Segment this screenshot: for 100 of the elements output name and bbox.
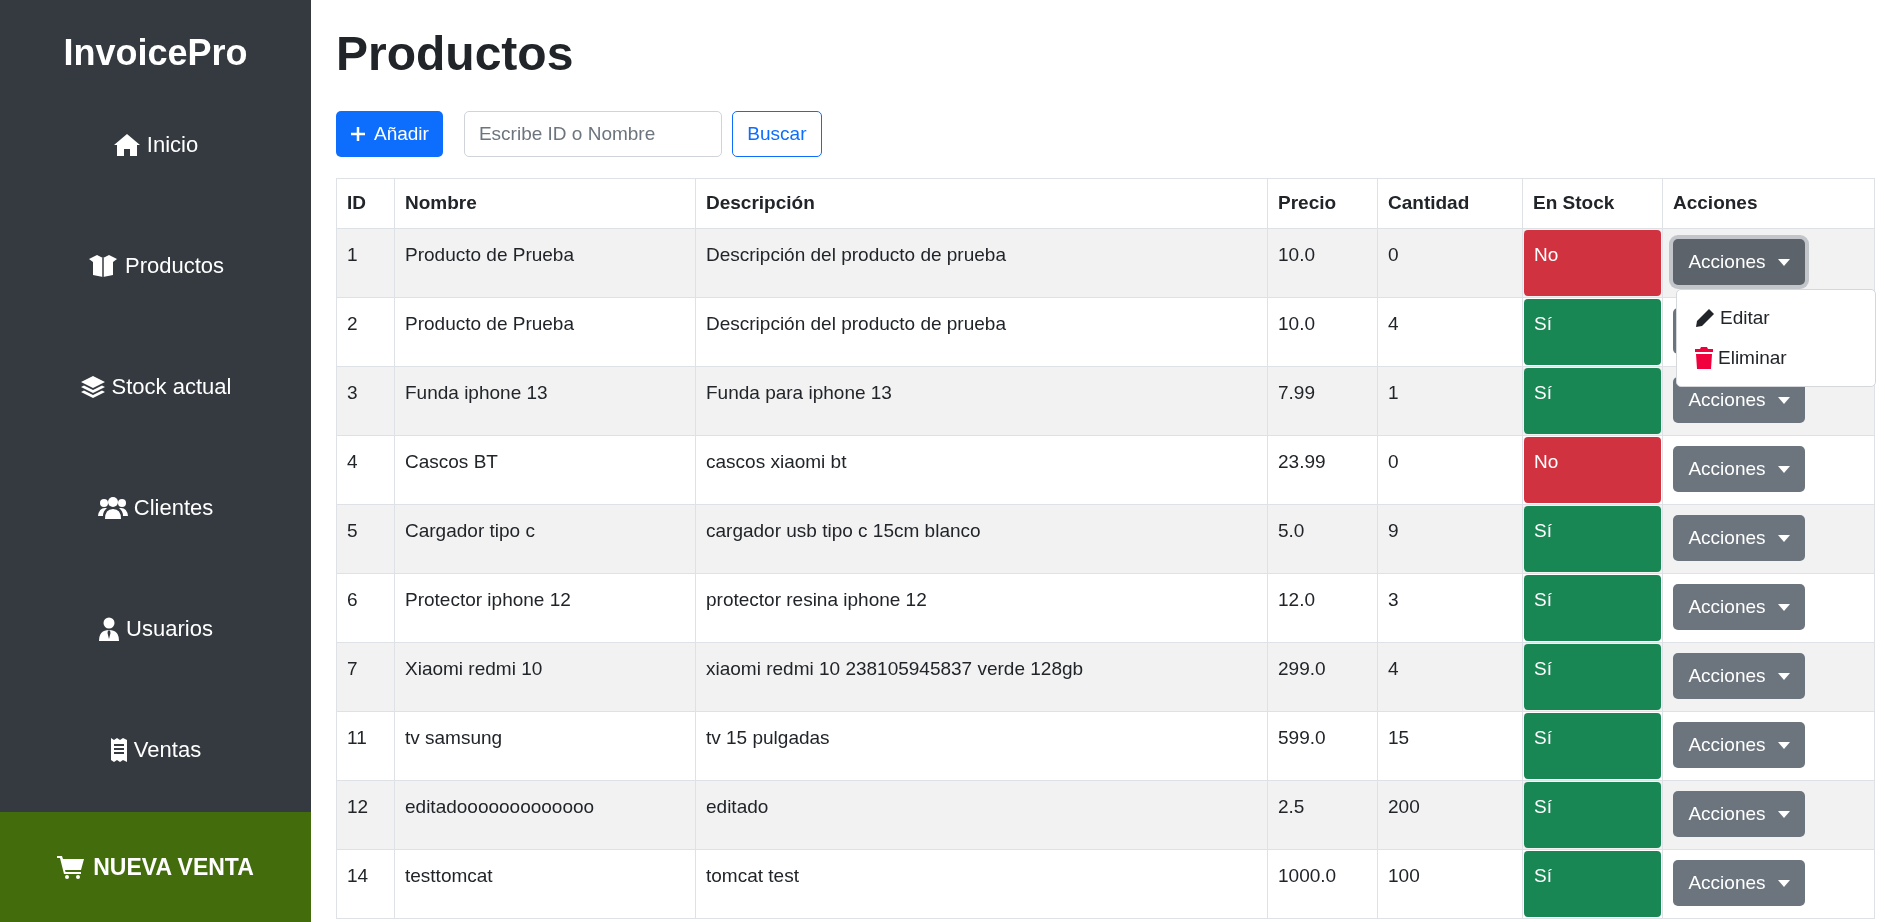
stock-status: Sí	[1524, 782, 1661, 848]
actions-dropdown-button[interactable]: Acciones	[1673, 722, 1805, 768]
table-cell: 1	[336, 228, 395, 298]
table-cell: 1000.0	[1267, 849, 1378, 919]
table-cell: 2.5	[1267, 780, 1378, 850]
caret-icon	[1777, 741, 1790, 749]
table-cell: Xiaomi redmi 10	[394, 642, 696, 712]
table-cell: 200	[1377, 780, 1523, 850]
table-cell: cascos xiaomi bt	[695, 435, 1268, 505]
table-cell: protector resina iphone 12	[695, 573, 1268, 643]
caret-icon	[1777, 534, 1790, 542]
table-cell: tv 15 pulgadas	[695, 711, 1268, 781]
menu-item[interactable]: Eliminar	[1677, 338, 1875, 378]
column-header: Precio	[1267, 178, 1378, 229]
table-cell: 6	[336, 573, 395, 643]
table-cell: 9	[1377, 504, 1523, 574]
user-icon	[98, 616, 121, 641]
table-cell: 0	[1377, 228, 1523, 298]
actions-dropdown-button[interactable]: Acciones	[1673, 446, 1805, 492]
table-cell: Producto de Prueba	[394, 228, 696, 298]
search-field[interactable]: Escribe ID o Nombre	[463, 111, 722, 157]
table-cell: 12	[336, 780, 395, 850]
stock-status: Sí	[1524, 851, 1661, 917]
nav-link[interactable]: Productos	[0, 205, 311, 326]
column-header: Cantidad	[1377, 178, 1523, 229]
cart-icon	[57, 855, 86, 879]
column-header: En Stock	[1522, 178, 1663, 229]
home-icon	[112, 132, 141, 157]
table-cell: 4	[336, 435, 395, 505]
table-cell: 599.0	[1267, 711, 1378, 781]
actions-dropdown-button[interactable]: Acciones	[1673, 584, 1805, 630]
table-cell: 100	[1377, 849, 1523, 919]
nav-link[interactable]: Usuarios	[0, 568, 311, 689]
table-cell: Cascos BT	[394, 435, 696, 505]
nav-link[interactable]: Ventas	[0, 689, 311, 810]
caret-icon	[1777, 258, 1790, 266]
caret-icon	[1777, 672, 1790, 680]
column-header: Nombre	[394, 178, 696, 229]
add-button[interactable]: Añadir	[336, 111, 443, 157]
table-cell: Producto de Prueba	[394, 297, 696, 367]
table-cell: 10.0	[1267, 228, 1378, 298]
nav-link[interactable]: Clientes	[0, 447, 311, 568]
actions-dropdown-button[interactable]: Acciones	[1673, 515, 1805, 561]
search-button[interactable]: Buscar	[731, 111, 822, 157]
table-cell: tomcat test	[695, 849, 1268, 919]
caret-icon	[1777, 879, 1790, 887]
actions-dropdown-button[interactable]: Acciones	[1673, 791, 1805, 837]
caret-icon	[1777, 810, 1790, 818]
table-cell: 10.0	[1267, 297, 1378, 367]
table-cell: 7	[336, 642, 395, 712]
page-title: Productos	[336, 26, 575, 82]
caret-icon	[1777, 603, 1790, 611]
table-cell: 5.0	[1267, 504, 1378, 574]
caret-icon	[1777, 465, 1790, 473]
table-cell: testtomcat	[394, 849, 696, 919]
table-cell: 299.0	[1267, 642, 1378, 712]
stock-status: Sí	[1524, 644, 1661, 710]
table-cell: Funda iphone 13	[394, 366, 696, 436]
users-icon	[97, 495, 128, 520]
stock-status: Sí	[1524, 506, 1661, 572]
column-header: Acciones	[1662, 178, 1875, 229]
trash-icon	[1695, 347, 1713, 369]
stock-status: Sí	[1524, 575, 1661, 641]
actions-dropdown-button[interactable]: Acciones	[1673, 653, 1805, 699]
table-cell: 4	[1377, 642, 1523, 712]
menu-item[interactable]: Editar	[1677, 298, 1875, 338]
table-cell: cargador usb tipo c 15cm blanco	[695, 504, 1268, 574]
caret-icon	[1777, 396, 1790, 404]
table-cell: 4	[1377, 297, 1523, 367]
layers-icon	[79, 374, 106, 399]
brand-title: InvoicePro	[63, 31, 248, 75]
table-cell: Funda para iphone 13	[695, 366, 1268, 436]
table-cell: Protector iphone 12	[394, 573, 696, 643]
table-cell: 1	[1377, 366, 1523, 436]
table-cell: 3	[336, 366, 395, 436]
table-cell: 0	[1377, 435, 1523, 505]
table-cell: 12.0	[1267, 573, 1378, 643]
table-cell: 5	[336, 504, 395, 574]
table-cell: editado	[695, 780, 1268, 850]
table-cell: Cargador tipo c	[394, 504, 696, 574]
nav-link[interactable]: Inicio	[0, 84, 311, 205]
table-cell: 11	[336, 711, 395, 781]
table-cell: 3	[1377, 573, 1523, 643]
table-cell: xiaomi redmi 10 238105945837 verde 128gb	[695, 642, 1268, 712]
stock-status: No	[1524, 437, 1661, 503]
table-cell: 7.99	[1267, 366, 1378, 436]
stock-status: Sí	[1524, 368, 1661, 434]
stock-status: Sí	[1524, 299, 1661, 365]
stock-status: Sí	[1524, 713, 1661, 779]
table-cell: 15	[1377, 711, 1523, 781]
table-cell: 23.99	[1267, 435, 1378, 505]
actions-dropdown-button[interactable]: Acciones	[1673, 860, 1805, 906]
column-header: ID	[336, 178, 395, 229]
table-cell: Descripción del producto de prueba	[695, 228, 1268, 298]
new-sale-link[interactable]: NUEVA VENTA	[0, 812, 311, 922]
nav-link[interactable]: Stock actual	[0, 326, 311, 447]
table-cell: tv samsung	[394, 711, 696, 781]
pencil-icon	[1695, 308, 1715, 328]
receipt-icon	[109, 737, 128, 762]
plus-icon	[350, 126, 366, 142]
